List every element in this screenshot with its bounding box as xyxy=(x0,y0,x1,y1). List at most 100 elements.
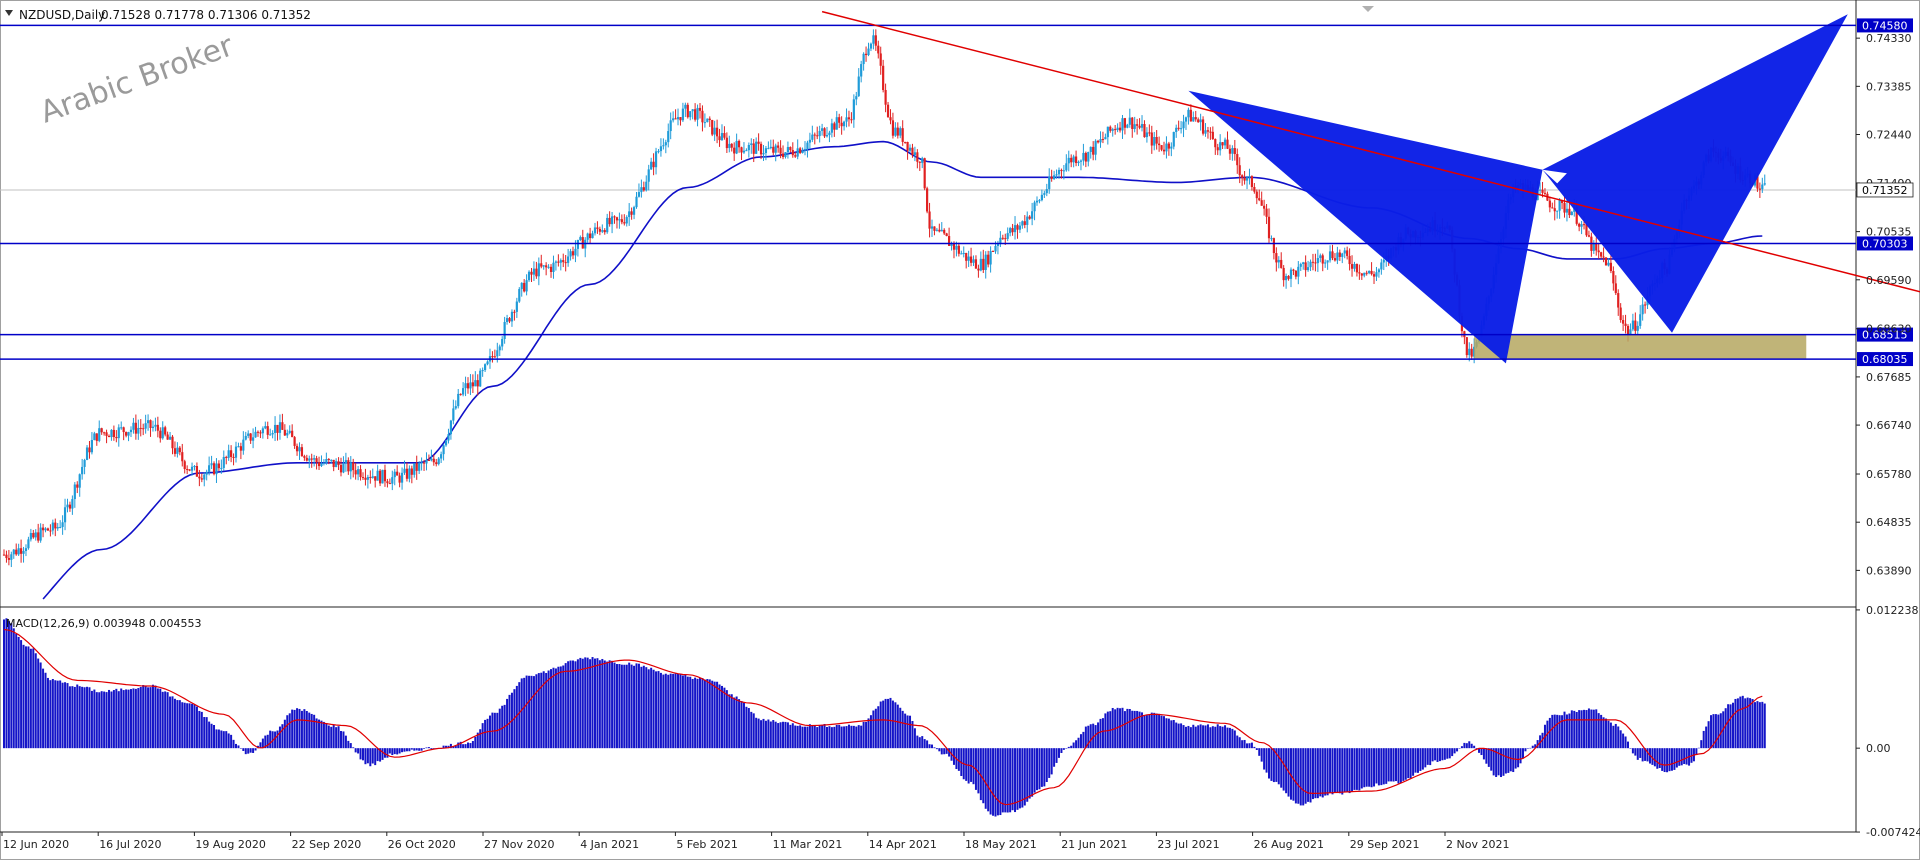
candle xyxy=(369,470,372,484)
candle xyxy=(305,454,308,462)
macd-bar xyxy=(1136,710,1139,749)
candle xyxy=(156,416,159,438)
trading-chart[interactable]: 0.74580 0.70303 0.68515 0.68035 0.74330 0.73… xyxy=(0,0,1920,860)
candle xyxy=(886,101,890,118)
candle xyxy=(1223,137,1227,150)
candle xyxy=(694,103,697,122)
macd-bar xyxy=(857,725,860,749)
macd-bar xyxy=(1353,748,1356,790)
macd-bar xyxy=(1670,748,1673,771)
candle xyxy=(1143,120,1146,138)
candle xyxy=(98,420,101,443)
macd-bar xyxy=(1277,748,1280,785)
macd-bar xyxy=(1753,702,1756,749)
candle xyxy=(1358,264,1361,280)
candle xyxy=(371,468,374,479)
macd-bar xyxy=(83,687,86,749)
candle xyxy=(181,443,184,467)
chevron-down-icon[interactable] xyxy=(5,10,13,16)
macd-bar xyxy=(310,713,313,749)
macd-bar xyxy=(88,687,91,749)
time-tick-label: 5 Feb 2021 xyxy=(676,838,737,851)
candle xyxy=(24,544,28,557)
macd-bar xyxy=(49,680,52,749)
chart-canvas[interactable]: 0.745800.703030.685150.68035 0.743300.73… xyxy=(0,0,1920,860)
macd-bar xyxy=(252,748,255,753)
candle xyxy=(1099,131,1102,148)
macd-bar xyxy=(796,725,799,749)
candle xyxy=(1160,145,1163,152)
macd-bar xyxy=(193,704,196,749)
macd-bar xyxy=(1199,724,1202,749)
macd-bar xyxy=(147,687,150,749)
macd-bar xyxy=(340,730,343,749)
candle xyxy=(264,421,267,430)
macd-bar xyxy=(691,678,694,749)
macd-bar xyxy=(1370,748,1373,788)
candle xyxy=(1226,131,1229,150)
candle xyxy=(1622,315,1625,331)
macd-bar xyxy=(987,748,990,812)
macd-bar xyxy=(1463,742,1466,749)
macd-bar xyxy=(1265,748,1268,773)
macd-bar xyxy=(122,690,125,749)
macd-bar xyxy=(1487,748,1490,767)
macd-bar xyxy=(603,660,606,749)
macd-bar xyxy=(300,710,303,749)
macd-bar xyxy=(855,726,858,749)
macd-bar xyxy=(564,663,567,749)
macd-bar xyxy=(1187,725,1190,749)
macd-bar xyxy=(1399,748,1402,784)
macd-bar xyxy=(840,726,843,749)
macd-bar xyxy=(1456,748,1459,752)
candle xyxy=(293,435,296,449)
candle xyxy=(681,102,685,122)
macd-bar xyxy=(1419,748,1422,771)
macd-bar xyxy=(528,675,531,749)
macd-bar xyxy=(1441,748,1444,761)
candle xyxy=(620,214,623,225)
candle xyxy=(537,257,540,286)
candle xyxy=(1304,255,1307,277)
candle xyxy=(818,125,821,143)
candle xyxy=(288,425,291,435)
candle xyxy=(278,414,282,440)
macd-bar xyxy=(779,722,782,749)
candle xyxy=(1016,223,1019,239)
macd-bar xyxy=(894,702,897,749)
macd-bar xyxy=(1282,748,1285,791)
candle xyxy=(816,126,819,140)
macd-bar xyxy=(767,719,770,749)
macd-bar xyxy=(332,724,335,749)
pattern-triangle-xab[interactable] xyxy=(1188,90,1543,364)
macd-bar xyxy=(1099,718,1102,749)
candle xyxy=(503,316,506,344)
macd-bar xyxy=(322,721,325,749)
candle xyxy=(1297,261,1300,285)
candle xyxy=(1578,222,1581,232)
shift-marker-icon[interactable] xyxy=(1362,6,1374,12)
macd-bar xyxy=(662,674,665,749)
candle xyxy=(1236,148,1239,174)
candle xyxy=(647,164,650,191)
candle xyxy=(1338,249,1341,261)
candle xyxy=(1165,136,1168,159)
macd-bar xyxy=(1214,726,1217,749)
candle xyxy=(1263,199,1266,216)
candle xyxy=(1013,216,1017,240)
macd-bar xyxy=(984,748,987,809)
candle xyxy=(960,250,963,255)
pattern-triangle-bcd[interactable] xyxy=(1542,14,1848,333)
candle xyxy=(203,472,206,487)
macd-bar xyxy=(1319,748,1322,797)
candle xyxy=(916,149,919,169)
macd-bar xyxy=(1714,714,1717,749)
candle xyxy=(63,498,67,531)
demand-zone[interactable] xyxy=(1474,334,1807,360)
candle xyxy=(437,457,440,466)
macd-bar xyxy=(1062,748,1065,750)
candle xyxy=(471,374,474,393)
macd-bar xyxy=(1583,709,1586,749)
candle xyxy=(1116,123,1119,133)
candle xyxy=(1074,150,1078,167)
